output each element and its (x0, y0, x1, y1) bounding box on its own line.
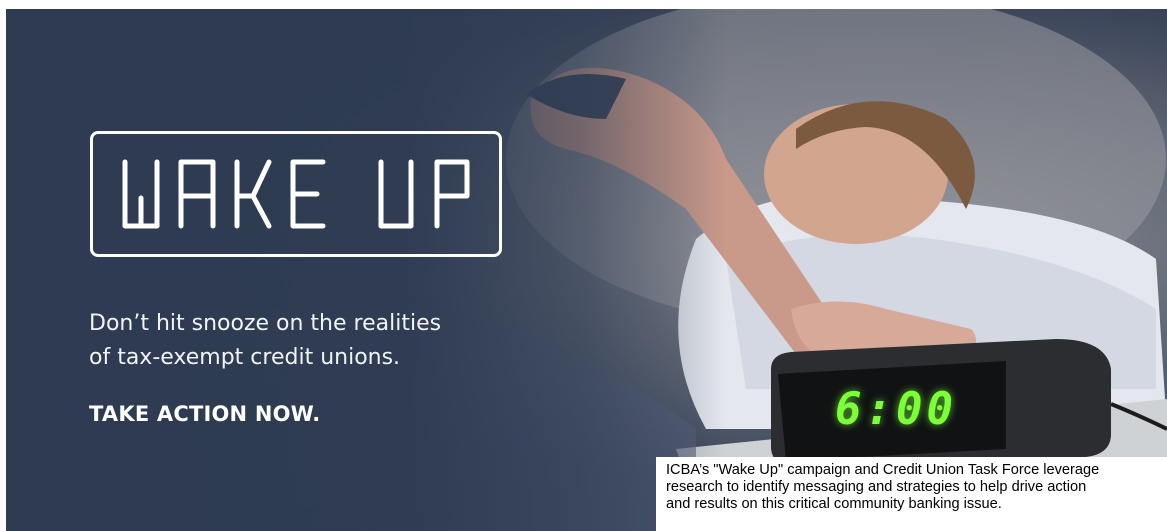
alarm-clock-display: 6:00 (835, 384, 957, 435)
caption-line-3: and results on this critical community b… (666, 496, 1002, 512)
tagline-line-1: Don’t hit snooze on the realities (89, 311, 442, 336)
wake-up-logo (90, 131, 502, 257)
tagline-line-2: of tax-exempt credit unions. (89, 345, 401, 370)
wake-up-campaign-banner: Don’t hit snooze on the realities of tax… (6, 9, 1167, 531)
image-caption: ICBA’s "Wake Up" campaign and Credit Uni… (656, 457, 1167, 531)
left-text-overlay (6, 9, 726, 531)
caption-line-1: ICBA’s "Wake Up" campaign and Credit Uni… (666, 462, 1100, 478)
tagline: Don’t hit snooze on the realities of tax… (89, 307, 509, 375)
wake-up-logo-lettering (122, 159, 470, 229)
take-action-text: TAKE ACTION NOW. (89, 402, 321, 426)
caption-line-2: research to identify messaging and strat… (666, 479, 1087, 495)
